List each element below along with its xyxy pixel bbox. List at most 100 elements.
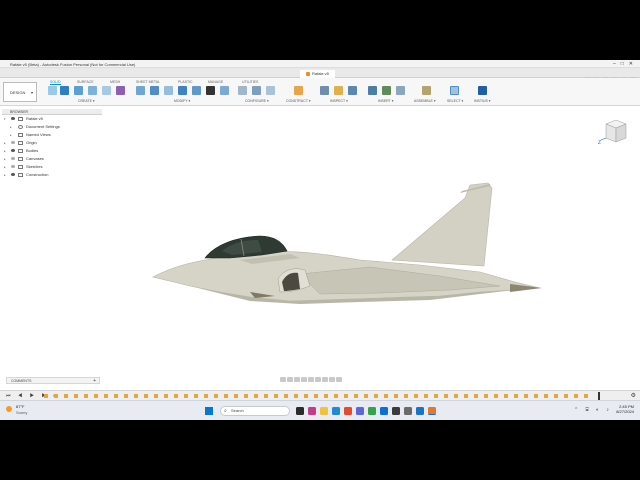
- timeline-feature[interactable]: [454, 394, 458, 398]
- visibility-eye-icon[interactable]: [11, 149, 15, 152]
- timeline-feature[interactable]: [224, 394, 228, 398]
- expand-arrow-icon[interactable]: ▸: [4, 155, 6, 163]
- teams-icon[interactable]: [308, 407, 316, 415]
- photos-icon[interactable]: [416, 407, 424, 415]
- browser-item-document-settings[interactable]: ▸ Document Settings: [2, 123, 102, 131]
- view-cube[interactable]: Z: [598, 118, 628, 148]
- timeline-feature[interactable]: [484, 394, 488, 398]
- taskbar-search[interactable]: Search: [220, 406, 290, 416]
- browser-item-canvases[interactable]: ▸ Canvases: [2, 155, 102, 163]
- timeline-feature[interactable]: [564, 394, 568, 398]
- taskbar-clock[interactable]: 2:45 PM 8/27/2024: [616, 404, 634, 414]
- timeline-feature[interactable]: [204, 394, 208, 398]
- timeline-feature[interactable]: [74, 394, 78, 398]
- app-icon[interactable]: [392, 407, 400, 415]
- timeline-feature[interactable]: [314, 394, 318, 398]
- timeline-feature[interactable]: [84, 394, 88, 398]
- visibility-eye-icon[interactable]: [11, 165, 15, 168]
- timeline-feature[interactable]: [174, 394, 178, 398]
- timeline-feature[interactable]: [384, 394, 388, 398]
- timeline-feature[interactable]: [94, 394, 98, 398]
- store-icon[interactable]: [356, 407, 364, 415]
- viewports-icon[interactable]: [329, 377, 335, 382]
- zoom-icon[interactable]: [301, 377, 307, 382]
- browser-item-origin[interactable]: ▸ Origin: [2, 139, 102, 147]
- visibility-eye-icon[interactable]: [11, 157, 15, 160]
- expand-arrow-icon[interactable]: ▸: [4, 171, 6, 179]
- browser-item-bodies[interactable]: ▸ Bodies: [2, 147, 102, 155]
- timeline-feature[interactable]: [344, 394, 348, 398]
- timeline-feature[interactable]: [444, 394, 448, 398]
- browser-item-construction[interactable]: ▸ Construction: [2, 171, 102, 179]
- timeline-feature[interactable]: [214, 394, 218, 398]
- timeline-feature[interactable]: [284, 394, 288, 398]
- visibility-eye-icon[interactable]: [11, 117, 15, 120]
- timeline-feature[interactable]: [254, 394, 258, 398]
- timeline-feature[interactable]: [514, 394, 518, 398]
- timeline-feature[interactable]: [374, 394, 378, 398]
- expand-arrow-icon[interactable]: ▸: [4, 163, 6, 171]
- task-view-icon[interactable]: [296, 407, 304, 415]
- browser-item-sketches[interactable]: ▸ Sketches: [2, 163, 102, 171]
- timeline-feature[interactable]: [584, 394, 588, 398]
- comments-panel[interactable]: COMMENTS: [6, 377, 100, 384]
- timeline-feature[interactable]: [574, 394, 578, 398]
- office-icon[interactable]: [344, 407, 352, 415]
- expand-arrow-icon[interactable]: ▸: [4, 147, 6, 155]
- timeline-feature[interactable]: [414, 394, 418, 398]
- timeline-feature[interactable]: [424, 394, 428, 398]
- timeline-feature[interactable]: [504, 394, 508, 398]
- timeline-feature[interactable]: [114, 394, 118, 398]
- visibility-eye-icon[interactable]: [11, 173, 15, 176]
- timeline-feature[interactable]: [464, 394, 468, 398]
- timeline-feature[interactable]: [354, 394, 358, 398]
- timeline-feature[interactable]: [54, 394, 58, 398]
- grid-settings-icon[interactable]: [322, 377, 328, 382]
- camera-icon[interactable]: [336, 377, 342, 382]
- timeline-feature[interactable]: [274, 394, 278, 398]
- timeline-feature[interactable]: [294, 394, 298, 398]
- browser-item-named-views[interactable]: ▸ Named Views: [2, 131, 102, 139]
- system-tray[interactable]: ⌃ ⌸ ◐ ♪: [574, 407, 612, 413]
- edge-icon[interactable]: [332, 407, 340, 415]
- expand-arrow-icon[interactable]: ▸: [10, 131, 12, 139]
- expand-arrow-icon[interactable]: ▾: [4, 115, 6, 123]
- chrome-icon[interactable]: [368, 407, 376, 415]
- timeline-feature[interactable]: [154, 394, 158, 398]
- timeline-feature[interactable]: [44, 394, 48, 398]
- expand-arrow-icon[interactable]: ▸: [4, 139, 6, 147]
- start-button[interactable]: [205, 407, 213, 415]
- orbit-icon[interactable]: [280, 377, 286, 382]
- timeline-feature[interactable]: [194, 394, 198, 398]
- expand-arrow-icon[interactable]: ▸: [10, 123, 12, 131]
- fit-icon[interactable]: [308, 377, 314, 382]
- dell-icon[interactable]: [404, 407, 412, 415]
- timeline-settings-gear-icon[interactable]: ⚙: [631, 392, 636, 399]
- timeline-feature[interactable]: [124, 394, 128, 398]
- timeline-feature[interactable]: [544, 394, 548, 398]
- timeline-feature[interactable]: [324, 394, 328, 398]
- timeline-feature[interactable]: [104, 394, 108, 398]
- visibility-eye-icon[interactable]: [11, 141, 15, 144]
- timeline-feature[interactable]: [234, 394, 238, 398]
- timeline-feature[interactable]: [134, 394, 138, 398]
- pan-icon[interactable]: [294, 377, 300, 382]
- timeline-feature[interactable]: [524, 394, 528, 398]
- timeline-features[interactable]: [44, 392, 604, 400]
- timeline-feature[interactable]: [364, 394, 368, 398]
- timeline-feature[interactable]: [404, 394, 408, 398]
- timeline-feature[interactable]: [334, 394, 338, 398]
- timeline-marker[interactable]: [598, 392, 600, 400]
- timeline-feature[interactable]: [304, 394, 308, 398]
- timeline-feature[interactable]: [494, 394, 498, 398]
- timeline-feature[interactable]: [434, 394, 438, 398]
- timeline-feature[interactable]: [264, 394, 268, 398]
- timeline-feature[interactable]: [474, 394, 478, 398]
- timeline-feature[interactable]: [64, 394, 68, 398]
- timeline-feature[interactable]: [394, 394, 398, 398]
- timeline-feature[interactable]: [144, 394, 148, 398]
- rafale-aircraft-model[interactable]: [152, 182, 542, 304]
- timeline-feature[interactable]: [534, 394, 538, 398]
- file-explorer-icon[interactable]: [320, 407, 328, 415]
- fusion-taskbar-icon[interactable]: [428, 407, 436, 415]
